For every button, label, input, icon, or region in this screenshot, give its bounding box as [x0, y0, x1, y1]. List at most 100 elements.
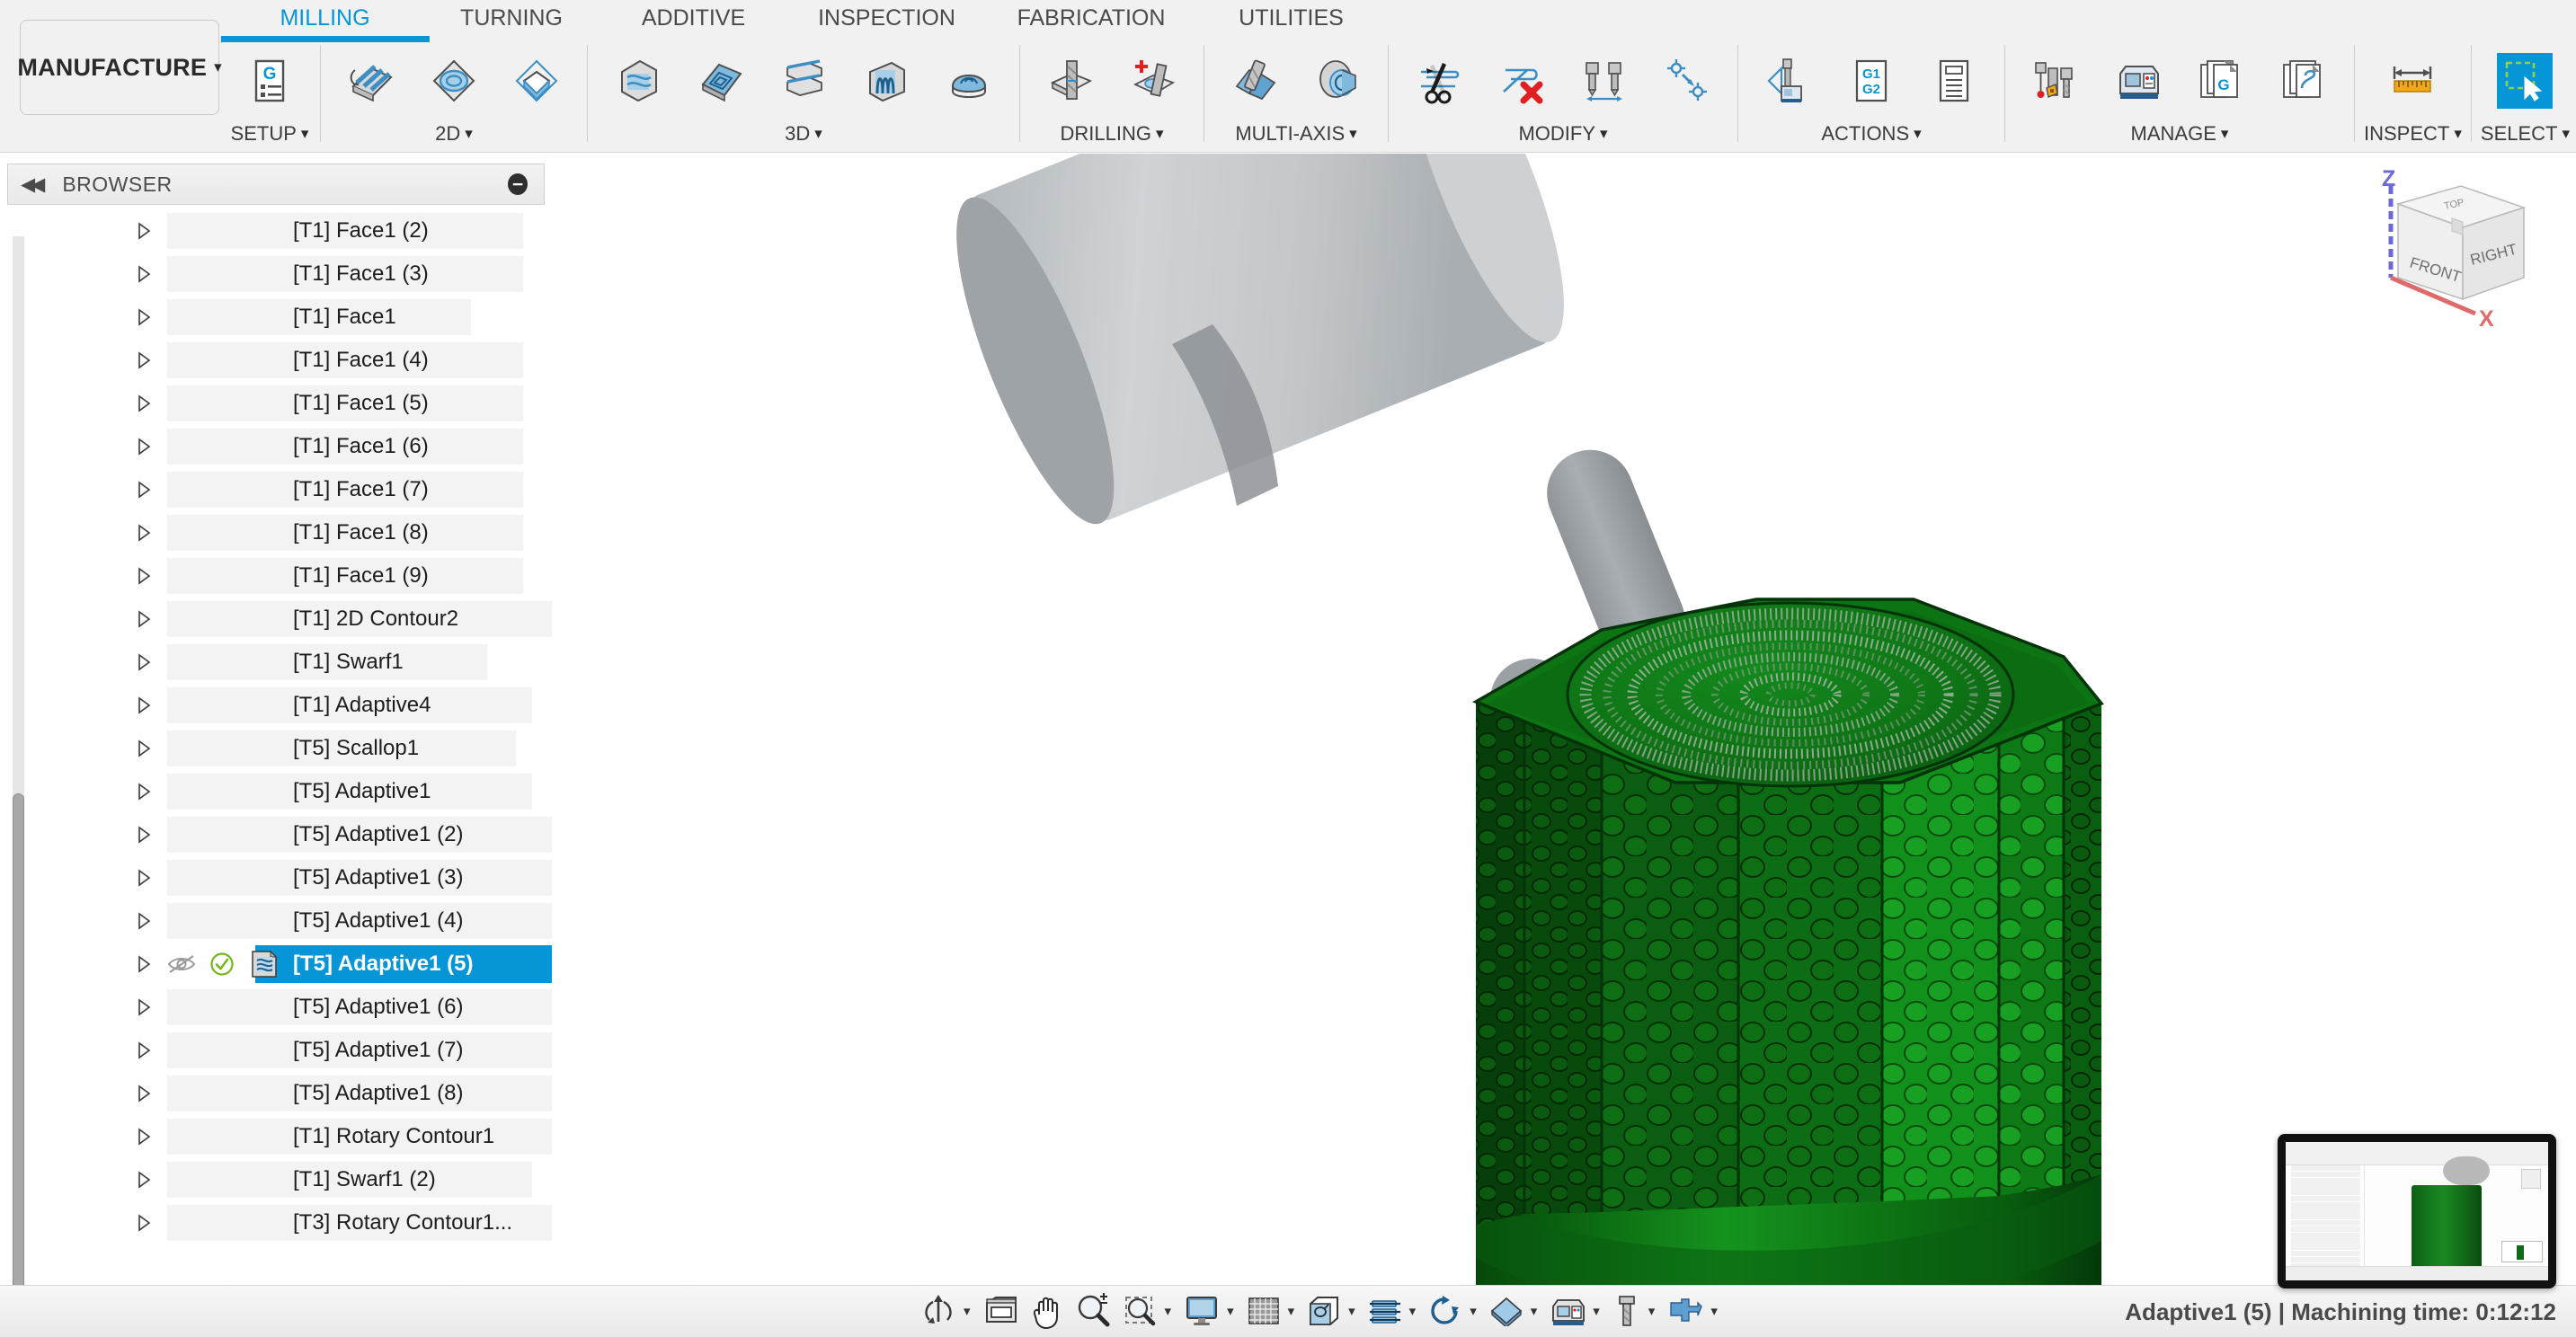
ribbon-group-label[interactable]: 3D ▾ [785, 120, 822, 147]
expand-triangle-icon[interactable] [135, 350, 153, 370]
chevron-down-icon[interactable]: ▾ [1710, 1303, 1718, 1319]
ribbon-tab-additive[interactable]: ADDITIVE [601, 0, 786, 31]
expand-triangle-icon[interactable] [135, 954, 153, 974]
ribbon-group-label[interactable]: MANAGE ▾ [2131, 120, 2229, 147]
pocket3d-icon[interactable] [680, 41, 762, 120]
adaptive3d-icon[interactable] [597, 41, 680, 120]
scallop-icon[interactable] [928, 41, 1010, 120]
table-row[interactable]: [T5] Adaptive1 (8) [0, 1072, 552, 1115]
ribbon-group-label[interactable]: ACTIONS ▾ [1821, 120, 1921, 147]
table-row[interactable]: [T1] Face1 [0, 296, 552, 339]
ribbon-tab-inspection[interactable]: INSPECTION [786, 0, 988, 31]
drill-icon[interactable] [1029, 41, 1112, 120]
view-layout-icon[interactable] [978, 1288, 1025, 1333]
machine-library-icon[interactable] [2097, 41, 2180, 120]
table-row[interactable]: [T1] Swarf1 (2) [0, 1158, 552, 1201]
contour2d-icon[interactable] [495, 41, 578, 120]
ribbon-group-label[interactable]: SETUP ▾ [231, 120, 309, 147]
expand-triangle-icon[interactable] [135, 911, 153, 931]
zoom-icon[interactable] [1070, 1288, 1116, 1333]
machine-icon[interactable] [1544, 1288, 1591, 1333]
expand-triangle-icon[interactable] [135, 997, 153, 1017]
post-library-icon[interactable]: G [2180, 41, 2262, 120]
ribbon-group-label[interactable]: INSPECT ▾ [2364, 120, 2462, 147]
tool-compare-icon[interactable] [1563, 41, 1646, 120]
expand-triangle-icon[interactable] [135, 1040, 153, 1060]
table-row[interactable]: [T3] Rotary Contour1... [0, 1201, 552, 1244]
parallel-icon[interactable] [845, 41, 928, 120]
expand-triangle-icon[interactable] [135, 609, 153, 629]
ribbon-group-label[interactable]: 2D ▾ [435, 120, 473, 147]
setup-sheet-icon[interactable] [1913, 41, 1995, 120]
table-row[interactable]: [T5] Adaptive1 (5) [0, 943, 552, 986]
expand-triangle-icon[interactable] [135, 1213, 153, 1233]
expand-triangle-icon[interactable] [135, 566, 153, 586]
chevron-down-icon[interactable]: ▾ [1593, 1303, 1600, 1319]
simulate-icon[interactable] [1747, 41, 1830, 120]
table-row[interactable]: [T1] Face1 (7) [0, 468, 552, 511]
model-viewport-3d[interactable]: Z X FRONT RIGHT TOP [552, 154, 2576, 1337]
measure-icon[interactable] [2371, 41, 2454, 120]
table-row[interactable]: [T5] Adaptive1 (6) [0, 986, 552, 1029]
table-row[interactable]: [T1] Face1 (4) [0, 339, 552, 382]
chevron-down-icon[interactable]: ▾ [1288, 1303, 1295, 1319]
expand-triangle-icon[interactable] [135, 437, 153, 456]
template-library-icon[interactable] [2262, 41, 2345, 120]
setup-g-icon[interactable]: G [228, 41, 311, 120]
table-row[interactable]: [T1] Face1 (5) [0, 382, 552, 425]
tool-icon[interactable] [1607, 1288, 1647, 1333]
expand-triangle-icon[interactable] [135, 264, 153, 284]
expand-triangle-icon[interactable] [135, 394, 153, 413]
chevron-down-icon[interactable]: ▾ [1348, 1303, 1355, 1319]
ribbon-tab-utilities[interactable]: UTILITIES [1195, 0, 1388, 31]
chevron-down-icon[interactable]: ▾ [1409, 1303, 1417, 1319]
display-settings-icon[interactable] [1178, 1288, 1225, 1333]
expand-triangle-icon[interactable] [135, 825, 153, 845]
zoom-window-icon[interactable] [1116, 1288, 1163, 1333]
viewports-icon[interactable] [1301, 1288, 1346, 1333]
drill-add-icon[interactable] [1112, 41, 1195, 120]
workspace-switcher[interactable]: MANUFACTURE ▾ [17, 20, 222, 115]
expand-triangle-icon[interactable] [135, 1084, 153, 1103]
chevron-down-icon[interactable]: ▾ [1648, 1303, 1656, 1319]
visibility-off-icon[interactable] [162, 954, 201, 974]
expand-triangle-icon[interactable] [135, 695, 153, 715]
table-row[interactable]: [T5] Adaptive1 (4) [0, 899, 552, 943]
table-row[interactable]: [T5] Adaptive1 [0, 770, 552, 813]
chevron-down-icon[interactable]: ▾ [1227, 1303, 1234, 1319]
ribbon-group-label[interactable]: MODIFY ▾ [1518, 120, 1607, 147]
rotary-icon[interactable] [1296, 41, 1379, 120]
minimize-browser-button[interactable]: − [508, 173, 528, 195]
swarf-icon[interactable] [1213, 41, 1296, 120]
expand-triangle-icon[interactable] [135, 480, 153, 500]
tool-library-icon[interactable] [2014, 41, 2097, 120]
ribbon-tab-turning[interactable]: TURNING [422, 0, 601, 31]
stock-visibility-icon[interactable] [1484, 1288, 1529, 1333]
transform-icon[interactable] [1646, 41, 1728, 120]
chevron-down-icon[interactable]: ▾ [1165, 1303, 1172, 1319]
table-row[interactable]: [T1] Swarf1 [0, 641, 552, 684]
orbit-icon[interactable] [915, 1288, 962, 1333]
delete-toolpath-icon[interactable] [1480, 41, 1563, 120]
ribbon-tab-milling[interactable]: MILLING [220, 0, 430, 42]
expand-triangle-icon[interactable] [135, 307, 153, 327]
expand-triangle-icon[interactable] [135, 1170, 153, 1190]
expand-triangle-icon[interactable] [135, 868, 153, 888]
table-row[interactable]: [T1] 2D Contour2 [0, 598, 552, 641]
expand-triangle-icon[interactable] [135, 1127, 153, 1147]
viewcube[interactable]: Z X FRONT RIGHT TOP [2362, 166, 2551, 337]
expand-triangle-icon[interactable] [135, 523, 153, 543]
adaptive2d-icon[interactable] [413, 41, 495, 120]
view-thumbnail-overlay[interactable] [2278, 1134, 2556, 1288]
chevron-down-icon[interactable]: ▾ [964, 1303, 971, 1319]
table-row[interactable]: [T1] Face1 (8) [0, 511, 552, 554]
ribbon-group-label[interactable]: SELECT ▾ [2481, 120, 2570, 147]
grid-snap-icon[interactable] [1241, 1288, 1286, 1333]
table-row[interactable]: [T5] Adaptive1 (3) [0, 856, 552, 899]
pan-hand-icon[interactable] [1025, 1288, 1070, 1333]
ribbon-group-label[interactable]: MULTI-AXIS ▾ [1235, 120, 1356, 147]
table-row[interactable]: [T1] Rotary Contour1 [0, 1115, 552, 1158]
table-row[interactable]: [T1] Face1 (9) [0, 554, 552, 598]
face-icon[interactable] [330, 41, 413, 120]
table-row[interactable]: [T5] Adaptive1 (2) [0, 813, 552, 856]
